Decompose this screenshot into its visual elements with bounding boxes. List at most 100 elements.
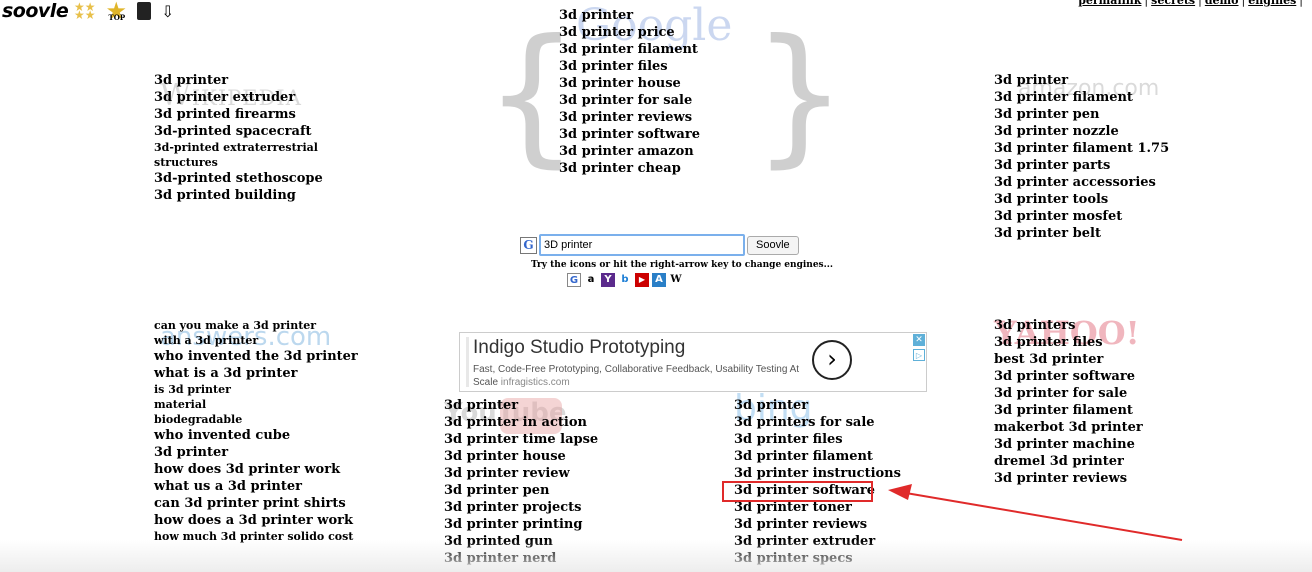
suggestion-item[interactable]: 3d printer printing (444, 516, 598, 533)
ad-banner[interactable]: Indigo Studio Prototyping Fast, Code-Fre… (459, 332, 927, 392)
youtube-engine-icon[interactable]: ▶ (635, 273, 649, 287)
permalink-link[interactable]: permalink (1078, 0, 1141, 7)
suggestion-item[interactable]: 3d printer reviews (559, 109, 700, 126)
suggestion-item[interactable]: how does 3d printer work (154, 461, 344, 478)
answers-suggestions: can you make a 3d printer with a 3d prin… (154, 318, 358, 544)
suggestion-item[interactable]: 3d printer accessories (994, 174, 1169, 191)
suggestion-item[interactable]: 3d printer house (444, 448, 598, 465)
stars-icon[interactable]: ★★ ★★ (74, 1, 96, 21)
search-input[interactable] (539, 234, 745, 256)
amazon-suggestions: 3d printer 3d printer filament 3d printe… (994, 72, 1169, 242)
suggestion-item[interactable]: 3d printer (444, 397, 598, 414)
suggestion-item[interactable]: 3d printer files (734, 431, 901, 448)
suggestion-item[interactable]: how does a 3d printer work (154, 512, 353, 529)
adchoices-icon[interactable]: ▷ (913, 349, 925, 361)
suggestion-item[interactable]: 3d printer machine (994, 436, 1143, 453)
suggestion-item[interactable]: 3d printers for sale (734, 414, 901, 431)
suggestion-item[interactable]: 3d printer software (994, 368, 1143, 385)
suggestion-item[interactable]: is 3d printer material biodegradable (154, 382, 284, 427)
suggestion-item[interactable]: 3d-printed extraterrestrial structures (154, 140, 324, 170)
yahoo-engine-icon[interactable]: Y (601, 273, 615, 287)
suggestion-item[interactable]: 3d printed building (154, 187, 324, 204)
header-icons: ★★ ★★ ★ TOP ⇩ (74, 0, 174, 23)
suggestion-item[interactable]: 3d printer instructions (734, 465, 901, 482)
suggestion-item[interactable]: 3d printer nerd (444, 550, 598, 567)
suggestion-item[interactable]: 3d printer filament (734, 448, 901, 465)
secrets-link[interactable]: secrets (1151, 0, 1195, 7)
suggestion-item[interactable]: 3d printer mosfet (994, 208, 1169, 225)
suggestion-item[interactable]: 3d-printed spacecraft (154, 123, 324, 140)
youtube-suggestions: 3d printer 3d printer in action 3d print… (444, 397, 598, 567)
suggestion-item[interactable]: 3d printed firearms (154, 106, 324, 123)
suggestion-item[interactable]: 3d printer house (559, 75, 700, 92)
suggestion-item[interactable]: 3d printer pen (994, 106, 1169, 123)
suggestion-item[interactable]: 3d printer files (559, 58, 700, 75)
suggestion-item[interactable]: 3d printer for sale (559, 92, 700, 109)
engine-icons: G a Y b ▶ A W (567, 273, 683, 287)
suggestion-item[interactable]: can 3d printer print shirts (154, 495, 346, 512)
suggestion-item[interactable]: 3d printer pen (444, 482, 598, 499)
suggestion-item[interactable]: 3d printer in action (444, 414, 598, 431)
suggestion-item[interactable]: makerbot 3d printer (994, 419, 1143, 436)
suggestion-item[interactable]: 3d printer (734, 397, 901, 414)
yahoo-suggestions: 3d printers 3d printer files best 3d pri… (994, 317, 1143, 487)
suggestion-item[interactable]: 3d printer reviews (734, 516, 901, 533)
amazon-engine-icon[interactable]: a (584, 273, 598, 287)
soovle-button[interactable]: Soovle (747, 235, 799, 255)
wikipedia-engine-icon[interactable]: W (669, 273, 683, 287)
suggestion-item[interactable]: 3d printer reviews (994, 470, 1143, 487)
engine-selector-icon[interactable]: G (520, 236, 537, 254)
suggestion-item[interactable]: 3d printer price (559, 24, 700, 41)
suggestion-item[interactable]: 3d printer review (444, 465, 598, 482)
suggestion-item[interactable]: who invented the 3d printer (154, 348, 358, 365)
suggestion-item[interactable]: 3d printer extruder (734, 533, 901, 550)
demo-link[interactable]: demo (1205, 0, 1239, 7)
wikipedia-suggestions: 3d printer 3d printer extruder 3d printe… (154, 72, 324, 204)
suggestion-item[interactable]: can you make a 3d printer with a 3d prin… (154, 318, 344, 348)
ad-title[interactable]: Indigo Studio Prototyping (473, 337, 685, 359)
suggestion-item[interactable]: 3d printer belt (994, 225, 1169, 242)
ad-close-icon[interactable]: ✕ (913, 334, 925, 346)
right-brace: } (752, 8, 848, 182)
suggestion-item[interactable]: 3d printer filament (994, 89, 1169, 106)
suggestion-item[interactable]: 3d printer amazon (559, 143, 700, 160)
suggestion-item[interactable]: 3d printer parts (994, 157, 1169, 174)
suggestion-item[interactable]: how much 3d printer solido cost (154, 529, 353, 544)
top-star-icon[interactable]: ★ TOP (106, 0, 128, 23)
suggestion-item[interactable]: 3d printer nozzle (994, 123, 1169, 140)
suggestion-item[interactable]: 3d printer time lapse (444, 431, 598, 448)
download-icon[interactable]: ⇩ (161, 2, 174, 21)
google-engine-icon[interactable]: G (567, 273, 581, 287)
suggestion-item[interactable]: who invented cube 3d printer (154, 427, 304, 461)
top-links: permalink | secrets | demo | engines | (1078, 0, 1306, 7)
suggestion-item[interactable]: 3d printer (994, 72, 1169, 89)
suggestion-item[interactable]: 3d printer specs (734, 550, 901, 567)
suggestion-item[interactable]: 3d printer extruder (154, 89, 324, 106)
suggestion-item[interactable]: dremel 3d printer (994, 453, 1143, 470)
bing-engine-icon[interactable]: b (618, 273, 632, 287)
suggestion-item[interactable]: 3d printer software (559, 126, 700, 143)
suggestion-item[interactable]: 3d printer (559, 7, 700, 24)
suggestion-item[interactable]: best 3d printer (994, 351, 1143, 368)
suggestion-item[interactable]: 3d printer tools (994, 191, 1169, 208)
suggestion-item[interactable]: 3d printer filament (994, 402, 1143, 419)
suggestion-item[interactable]: 3d printed gun (444, 533, 598, 550)
suggestion-item[interactable]: 3d printer cheap (559, 160, 700, 177)
ad-arrow-icon[interactable]: › (812, 340, 852, 380)
ad-domain[interactable]: infragistics.com (501, 377, 570, 388)
suggestion-item[interactable]: 3d printer files (994, 334, 1143, 351)
suggestion-item[interactable]: what is a 3d printer (154, 365, 344, 382)
book-icon[interactable] (137, 2, 152, 20)
suggestion-item[interactable]: what us a 3d printer (154, 478, 344, 495)
soovle-logo[interactable]: soovle (2, 0, 69, 22)
suggestion-item[interactable]: 3d printer filament 1.75 (994, 140, 1169, 157)
suggestion-item[interactable]: 3d printer filament (559, 41, 700, 58)
suggestion-item[interactable]: 3d printers (994, 317, 1143, 334)
answers-engine-icon[interactable]: A (652, 273, 666, 287)
suggestion-item[interactable]: 3d printer (154, 72, 324, 89)
engine-hint: Try the icons or hit the right-arrow key… (531, 260, 834, 270)
suggestion-item[interactable]: 3d printer for sale (994, 385, 1143, 402)
engines-link[interactable]: engines (1248, 0, 1296, 7)
suggestion-item[interactable]: 3d-printed stethoscope (154, 170, 324, 187)
suggestion-item[interactable]: 3d printer projects (444, 499, 598, 516)
